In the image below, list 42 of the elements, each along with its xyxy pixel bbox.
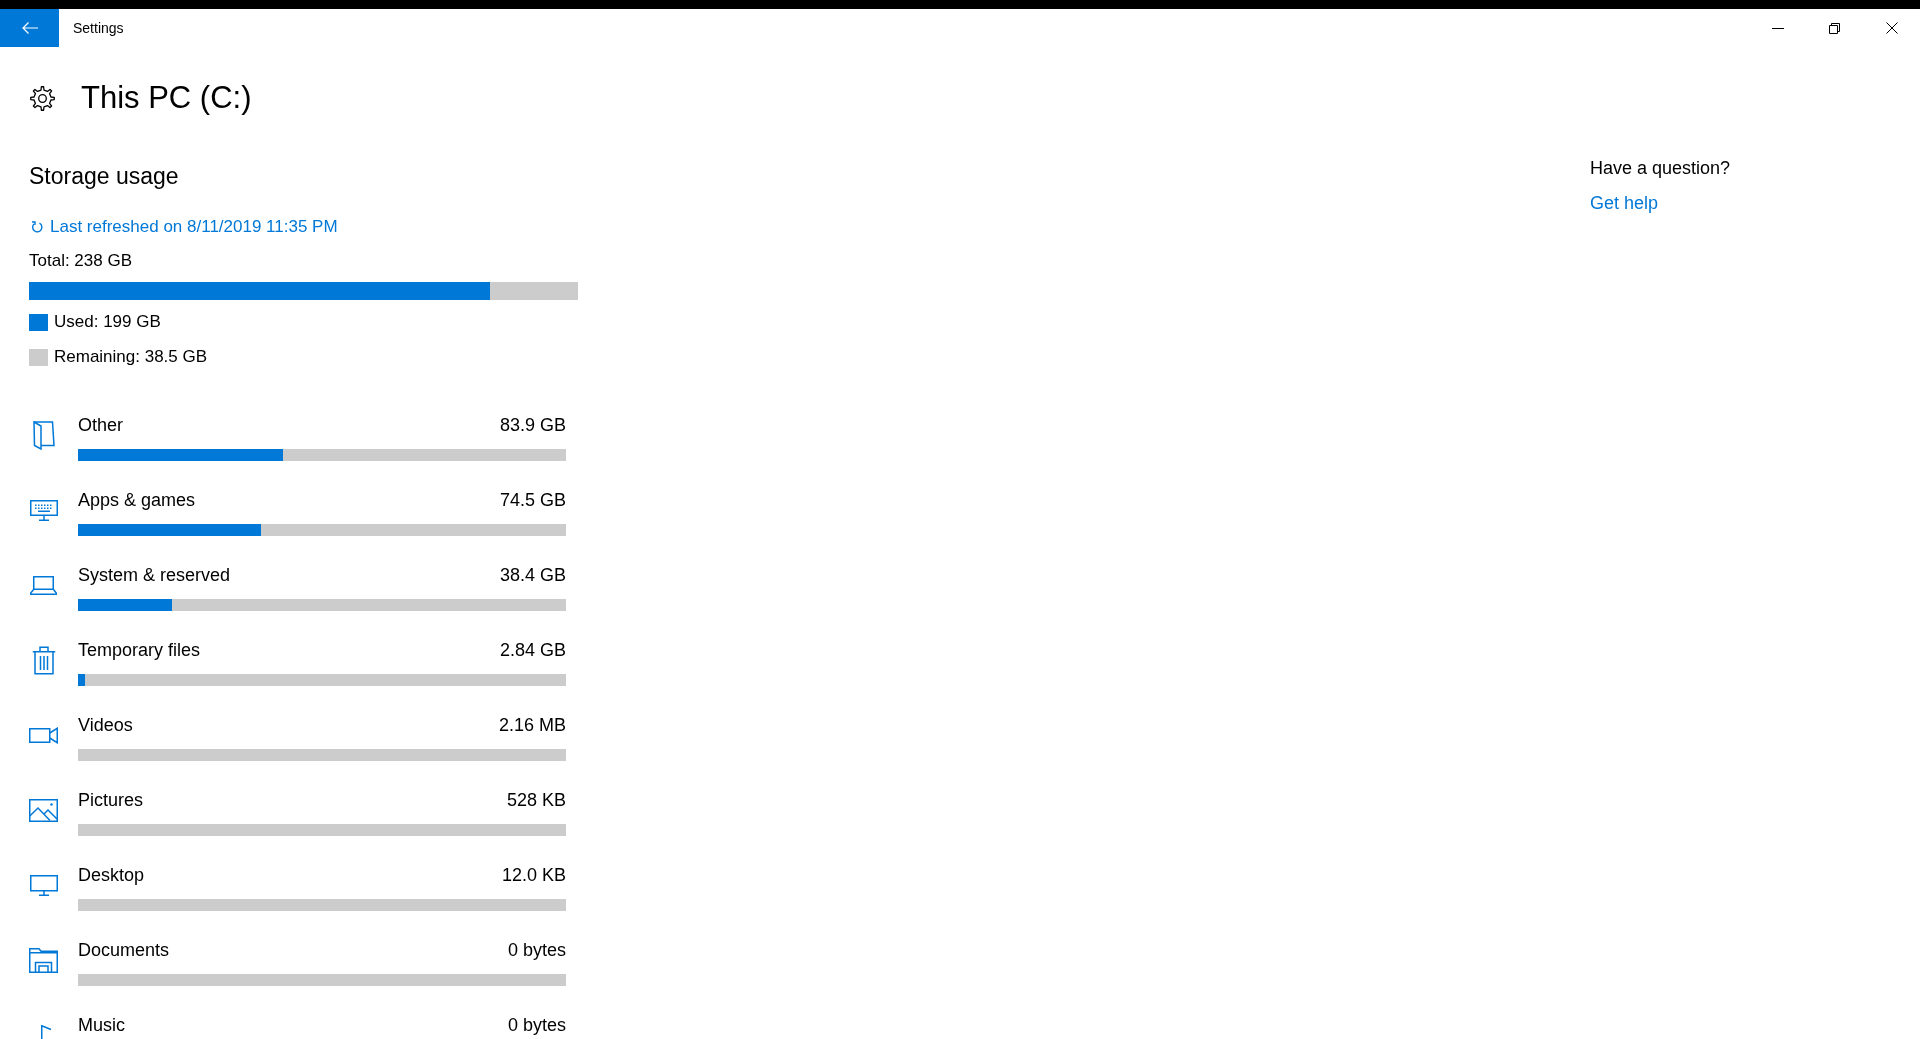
category-name: Music bbox=[78, 1014, 125, 1036]
section-heading: Storage usage bbox=[29, 162, 179, 191]
minimize-icon bbox=[1771, 27, 1784, 29]
keyboard-monitor-icon bbox=[29, 499, 58, 521]
page-title: This PC (C:) bbox=[81, 79, 252, 117]
category-size: 83.9 GB bbox=[499, 414, 566, 436]
drawer-folder-icon bbox=[29, 947, 58, 973]
legend-label: Remaining: 38.5 GB bbox=[54, 346, 208, 368]
category-size: 528 KB bbox=[506, 789, 566, 811]
help-question: Have a question? bbox=[1590, 157, 1731, 180]
monitor-icon bbox=[29, 874, 58, 896]
close-icon bbox=[1885, 22, 1898, 34]
folder-icon bbox=[32, 420, 55, 450]
window-title: Settings bbox=[73, 19, 124, 37]
category-size: 74.5 GB bbox=[499, 489, 566, 511]
legend-label: Used: 199 GB bbox=[54, 311, 161, 333]
category-name: Other bbox=[78, 414, 124, 436]
category-name: Desktop bbox=[78, 864, 145, 886]
refresh-icon bbox=[31, 221, 43, 233]
total-size: Total: 238 GB bbox=[29, 250, 132, 272]
category-size: 0 bytes bbox=[507, 939, 566, 961]
category-size: 2.16 MB bbox=[498, 714, 566, 736]
get-help-link[interactable]: Get help bbox=[1590, 191, 1659, 215]
category-name: Apps & games bbox=[78, 489, 196, 511]
category-name: Pictures bbox=[78, 789, 144, 811]
back-arrow-icon bbox=[21, 22, 38, 34]
category-size: 2.84 GB bbox=[499, 639, 566, 661]
settings-icon bbox=[30, 85, 55, 111]
category-name: Documents bbox=[78, 939, 170, 961]
category-size: 12.0 KB bbox=[501, 864, 566, 886]
category-name: Videos bbox=[78, 714, 133, 736]
picture-icon bbox=[29, 798, 58, 822]
video-camera-icon bbox=[29, 726, 58, 744]
laptop-icon bbox=[30, 575, 57, 595]
refresh-link[interactable]: Last refreshed on 8/11/2019 11:35 PM bbox=[31, 216, 338, 238]
category-size: 0 bytes bbox=[507, 1014, 566, 1036]
restore-icon bbox=[1829, 22, 1840, 34]
category-name: System & reserved bbox=[78, 564, 231, 586]
trash-icon bbox=[31, 645, 56, 675]
category-name: Temporary files bbox=[78, 639, 201, 661]
category-size: 38.4 GB bbox=[499, 564, 566, 586]
back-button[interactable] bbox=[0, 9, 59, 47]
